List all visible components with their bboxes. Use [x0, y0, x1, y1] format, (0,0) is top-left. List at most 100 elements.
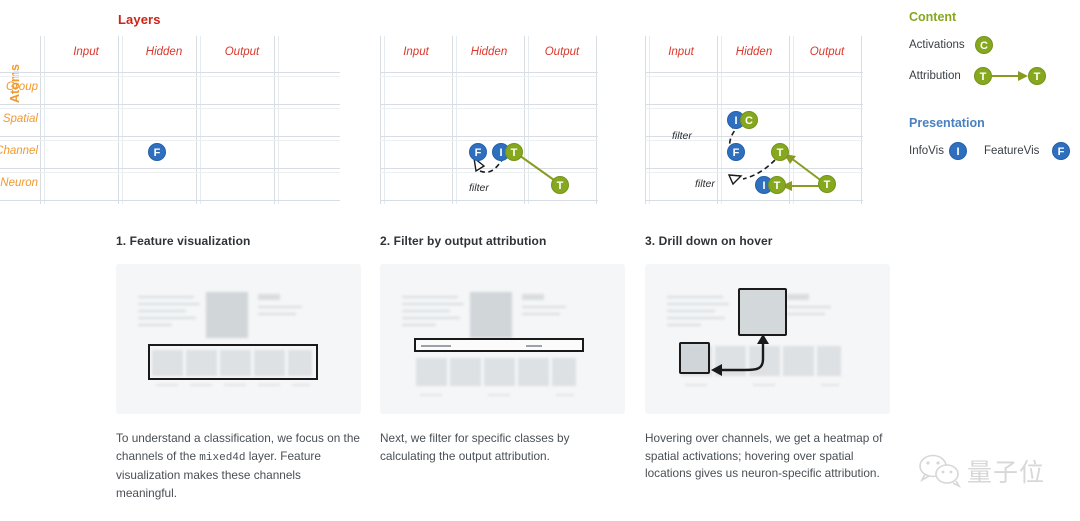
grid-hline — [0, 172, 340, 173]
section-1-heading: 1. Feature visualization — [116, 234, 251, 248]
hover-flow-arrows — [711, 334, 769, 376]
grid-vline — [528, 36, 529, 204]
grid-hline — [0, 72, 340, 73]
grid-hline — [0, 136, 340, 137]
grid-vline — [384, 36, 385, 204]
grid-vline — [278, 36, 279, 204]
grid-vline — [452, 36, 453, 204]
grid-vline — [380, 36, 381, 204]
grid-hline — [380, 108, 598, 109]
row-label-group: Group — [6, 81, 38, 93]
legend-attribution-label: Attribution — [909, 70, 961, 82]
section-1: 1. Feature visualization To understand a… — [116, 234, 361, 502]
row-label-channel: Channel — [0, 145, 38, 157]
badge-attribution-neuron[interactable]: T — [768, 176, 786, 194]
grid-vline — [456, 36, 457, 204]
section-2-illustration[interactable] — [380, 264, 625, 414]
grid-hline — [0, 104, 340, 105]
section-3-illustration[interactable] — [645, 264, 890, 414]
section-3-heading: 3. Drill down on hover — [645, 234, 773, 248]
layers-title: Layers — [118, 12, 161, 27]
grid-vline — [596, 36, 597, 204]
badge-activations[interactable]: C — [975, 36, 993, 54]
grid-hline — [645, 168, 863, 169]
wechat-icon — [919, 454, 962, 488]
grid-hline — [0, 76, 340, 77]
watermark: 量子位 — [918, 448, 1068, 494]
grid-hline — [645, 104, 863, 105]
filter-label: filter — [469, 182, 489, 194]
badge-activations[interactable]: C — [740, 111, 758, 129]
legend-row-presentation: InfoVis I FeatureVis F — [909, 142, 1079, 166]
section-2: 2. Filter by output attribution Next, we… — [380, 234, 625, 467]
watermark-text: 量子位 — [967, 458, 1046, 487]
grid-hline — [645, 172, 863, 173]
section-3-body: Hovering over channels, we get a heatmap… — [645, 430, 890, 485]
badge-attribution-hidden[interactable]: T — [771, 143, 789, 161]
page-root: Layers Atoms Input Hidden Output Group S… — [0, 0, 1080, 521]
grid-hline — [380, 104, 598, 105]
grid-hline — [0, 108, 340, 109]
badge-featurevis[interactable]: F — [727, 143, 745, 161]
grid-vline — [645, 36, 646, 204]
section-1-body: To understand a classification, we focus… — [116, 430, 361, 502]
grid-vline — [789, 36, 790, 204]
filter-label-lower: filter — [695, 178, 715, 190]
grid-hline — [0, 168, 340, 169]
badge-attribution-from[interactable]: T — [974, 67, 992, 85]
grid-panel-2: Input Hidden Output F I T T filter — [380, 36, 598, 204]
grid-vline — [44, 36, 45, 204]
grid-panel-3: Input Hidden Output I C F T I T T filter… — [645, 36, 863, 204]
section-2-heading: 2. Filter by output attribution — [380, 234, 547, 248]
legend-panel: Content Activations C Attribution T T Pr… — [909, 10, 1079, 166]
grid-hline — [645, 72, 863, 73]
filter-label-upper: filter — [672, 130, 692, 142]
grid-vline — [861, 36, 862, 204]
legend-row-activations: Activations C — [909, 36, 1079, 60]
grid-hline — [380, 172, 598, 173]
badge-infovis[interactable]: I — [949, 142, 967, 160]
grid-hline — [380, 136, 598, 137]
grid-hline — [0, 200, 340, 201]
grid-vline — [122, 36, 123, 204]
grid-vline — [40, 36, 41, 204]
section-2-body-pre: Next, we filter for specific classes by … — [380, 431, 570, 463]
attribution-filter-bar — [414, 338, 584, 352]
badge-attribution-output[interactable]: T — [818, 175, 836, 193]
grid-hline — [380, 72, 598, 73]
legend-presentation-heading: Presentation — [909, 116, 985, 130]
grid-vline — [721, 36, 722, 204]
row-label-spatial: Spatial — [2, 113, 38, 125]
badge-featurevis[interactable]: F — [1052, 142, 1070, 160]
legend-featurevis-label: FeatureVis — [984, 145, 1040, 157]
grid-vline — [200, 36, 201, 204]
section-3: 3. Drill down on hover Hovering over cha… — [645, 234, 890, 485]
grid-hline — [380, 200, 598, 201]
grid-hline — [645, 200, 863, 201]
mock-screenshot — [116, 264, 361, 414]
section-1-illustration[interactable] — [116, 264, 361, 414]
grid-vline — [717, 36, 718, 204]
legend-row-attribution: Attribution T T — [909, 66, 1079, 92]
section-2-body: Next, we filter for specific classes by … — [380, 430, 625, 467]
badge-featurevis[interactable]: F — [469, 143, 487, 161]
badge-attribution[interactable]: T — [505, 143, 523, 161]
section-1-body-mono: mixed4d — [199, 451, 246, 464]
grid-vline — [649, 36, 650, 204]
badge-featurevis[interactable]: F — [148, 143, 166, 161]
badge-attribution-to[interactable]: T — [1028, 67, 1046, 85]
legend-content-heading: Content — [909, 10, 957, 24]
grid-hline — [380, 168, 598, 169]
grid-vline — [274, 36, 275, 204]
grid-vline — [524, 36, 525, 204]
grid-vline — [118, 36, 119, 204]
column-header-output: Output — [809, 46, 845, 58]
grid-vline — [793, 36, 794, 204]
grid-hline — [380, 76, 598, 77]
badge-attribution-output[interactable]: T — [551, 176, 569, 194]
section-3-body-pre: Hovering over channels, we get a heatmap… — [645, 431, 883, 480]
grid-panel-1: Input Hidden Output Group Spatial Channe… — [0, 36, 340, 204]
legend-infovis-label: InfoVis — [909, 145, 944, 157]
row-label-neuron: Neuron — [0, 177, 38, 189]
channel-row-highlight — [148, 344, 318, 380]
